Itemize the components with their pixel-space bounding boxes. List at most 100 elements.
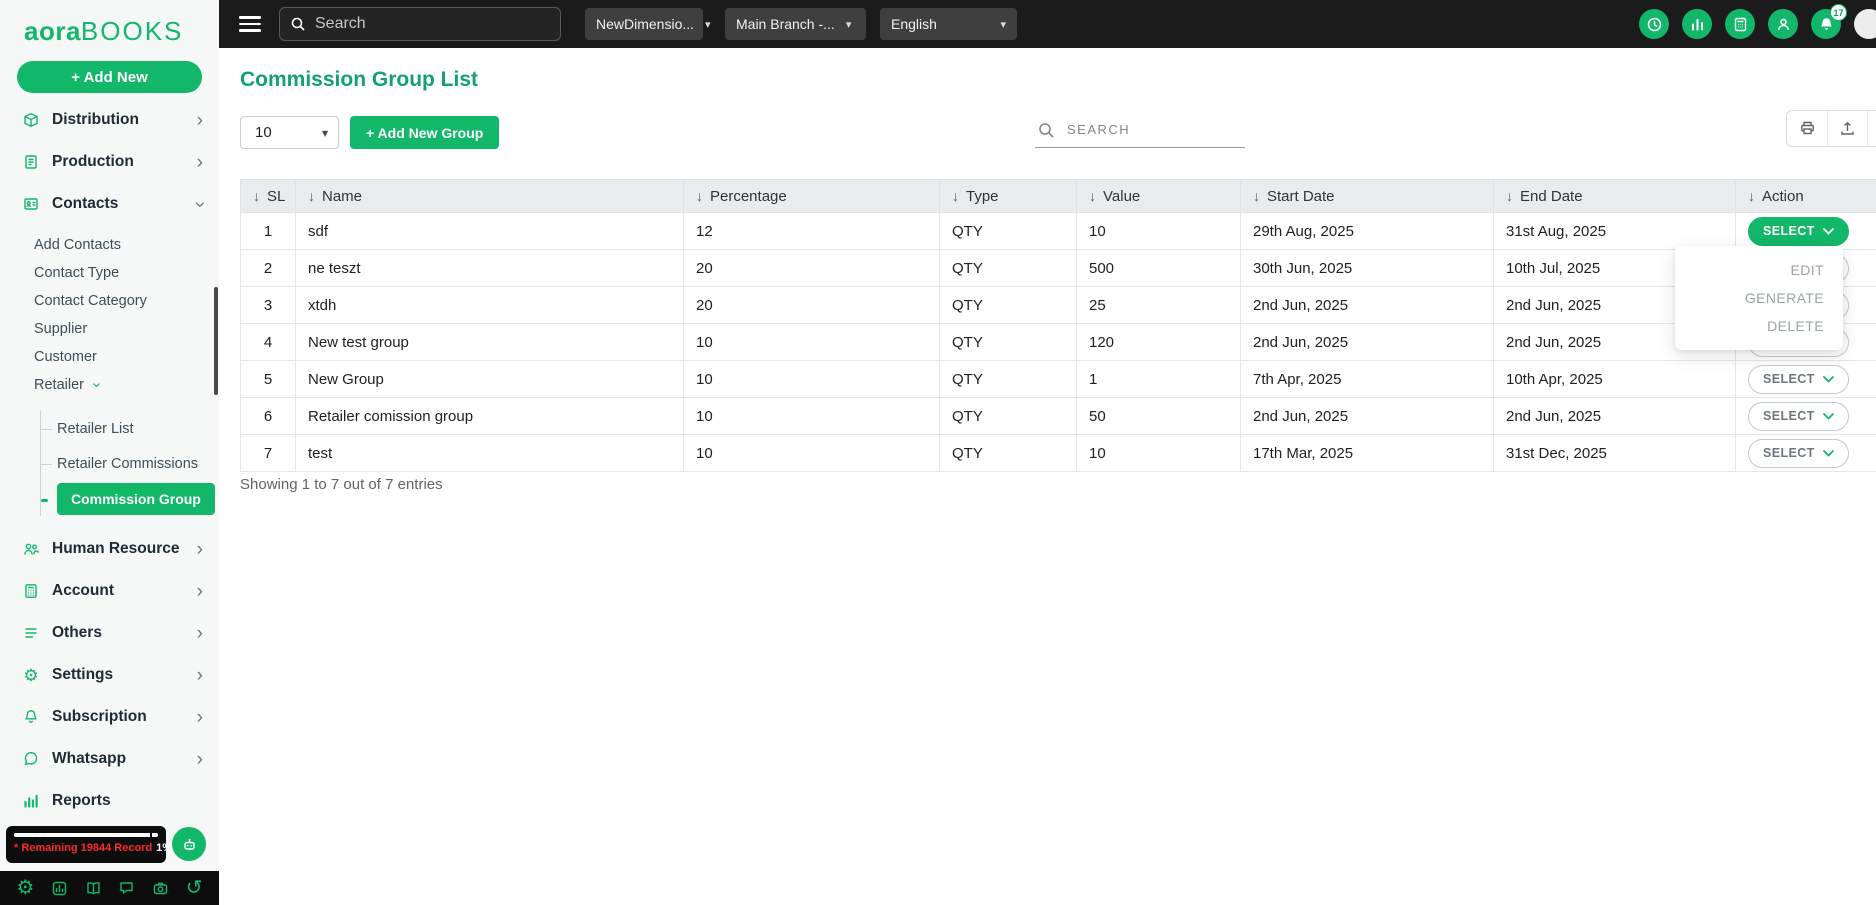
sidebar-item-contact-type[interactable]: Contact Type [0, 259, 219, 287]
sort-icon: ↓ [308, 187, 315, 204]
sidebar-item-retailer[interactable]: Retailer › [0, 371, 219, 399]
analytics-button[interactable] [1682, 9, 1712, 39]
column-header-action[interactable]: ↓ Action [1735, 179, 1876, 213]
brand-logo: aoraBOOKS [0, 0, 219, 47]
print-button[interactable] [1787, 111, 1827, 146]
sidebar-item-add-contacts[interactable]: Add Contacts [0, 231, 219, 259]
cell-sl: 3 [240, 286, 296, 324]
sidebar-item-whatsapp[interactable]: Whatsapp › [0, 738, 219, 780]
chart-panel-icon[interactable] [51, 880, 68, 897]
menu-item-delete[interactable]: DELETE [1675, 312, 1843, 340]
hamburger-menu-icon[interactable] [239, 12, 261, 36]
calculator-button[interactable] [1725, 9, 1755, 39]
document-icon [22, 153, 40, 171]
sidebar-scrollbar[interactable] [214, 287, 218, 395]
column-header-type[interactable]: ↓ Type [939, 179, 1077, 213]
sidebar-item-subscription[interactable]: Subscription › [0, 696, 219, 738]
add-new-button[interactable]: + Add New [17, 61, 202, 93]
usage-remaining-label: * Remaining 19844 Record [14, 842, 153, 854]
branch-dropdown[interactable]: Main Branch -... ▾ [725, 8, 866, 40]
columns-button[interactable] [1867, 111, 1876, 146]
sidebar-item-reports[interactable]: Reports [0, 780, 219, 822]
cell-name: sdf [295, 212, 684, 250]
sidebar-item-retailer-commissions[interactable]: Retailer Commissions [41, 446, 219, 481]
usage-meter[interactable]: * Remaining 19844 Record 1% [6, 826, 172, 863]
column-header-label: Start Date [1267, 187, 1335, 205]
sidebar-item-others[interactable]: Others › [0, 612, 219, 654]
menu-item-edit[interactable]: EDIT [1675, 256, 1843, 284]
gear-icon[interactable]: ⚙ [16, 878, 34, 898]
submenu-label: Customer [34, 349, 97, 365]
time-tracker-button[interactable] [1639, 9, 1669, 39]
export-button[interactable] [1827, 111, 1867, 146]
cell-action: SELECT [1735, 434, 1876, 472]
notifications-button[interactable]: 17 [1811, 4, 1847, 39]
sidebar-item-human-resource[interactable]: Human Resource › [0, 528, 219, 570]
users-button[interactable] [1768, 9, 1798, 39]
contact-card-icon [22, 195, 40, 213]
assistant-button[interactable] [172, 827, 206, 861]
sidebar-item-settings[interactable]: ⚙ Settings › [0, 654, 219, 696]
column-header-name[interactable]: ↓ Name [295, 179, 684, 213]
page-size-select[interactable]: 10 ▾ [240, 116, 339, 149]
menu-item-generate[interactable]: GENERATE [1675, 284, 1843, 312]
row-select-button[interactable]: SELECT [1748, 401, 1849, 431]
cell-name: Retailer comission group [295, 397, 684, 435]
chevron-right-icon: › [196, 622, 203, 644]
cell-action: SELECT [1735, 360, 1876, 398]
language-dropdown[interactable]: English ▾ [880, 8, 1017, 40]
sidebar-item-commission-group[interactable]: Commission Group [41, 481, 219, 516]
table-row: 7 test 10 QTY 10 17th Mar, 2025 31st Dec… [240, 434, 1876, 472]
undo-icon[interactable]: ↺ [186, 878, 203, 898]
sort-icon: ↓ [952, 187, 959, 204]
brand-part2: BOOKS [80, 16, 184, 46]
book-icon[interactable] [85, 880, 102, 897]
chat-icon[interactable] [118, 880, 135, 897]
usage-text: * Remaining 19844 Record 1% [14, 842, 172, 854]
column-header-label: SL [267, 187, 286, 205]
sidebar-item-label: Whatsapp [52, 750, 127, 767]
sidebar-item-contacts[interactable]: Contacts › [0, 183, 219, 225]
cell-action: SELECT [1735, 212, 1876, 250]
column-header-end-date[interactable]: ↓ End Date [1493, 179, 1736, 213]
cell-sl: 4 [240, 323, 296, 361]
topbar: NewDimensio... ▾ Main Branch -... ▾ Engl… [219, 0, 1876, 48]
sidebar-item-contact-category[interactable]: Contact Category [0, 287, 219, 315]
sidebar-item-supplier[interactable]: Supplier [0, 315, 219, 343]
chevron-down-icon [1822, 449, 1834, 457]
column-header-start-date[interactable]: ↓ Start Date [1240, 179, 1494, 213]
table-search-input[interactable] [1067, 122, 1243, 137]
row-select-button[interactable]: SELECT [1748, 216, 1849, 246]
sidebar-item-distribution[interactable]: Distribution › [0, 99, 219, 141]
topbar-search-input[interactable] [315, 15, 550, 33]
bar-chart-icon [22, 792, 40, 810]
topbar-search[interactable] [279, 7, 561, 41]
cell-start-date: 2nd Jun, 2025 [1240, 323, 1494, 361]
search-icon [290, 16, 306, 32]
sidebar-item-customer[interactable]: Customer [0, 343, 219, 371]
main-content: Commission Group List 10 ▾ + Add New Gro… [219, 48, 1876, 905]
column-header-percentage[interactable]: ↓ Percentage [683, 179, 940, 213]
cell-end-date: 2nd Jun, 2025 [1493, 397, 1736, 435]
cell-value: 10 [1076, 212, 1241, 250]
row-select-button[interactable]: SELECT [1748, 438, 1849, 468]
company-dropdown[interactable]: NewDimensio... ▾ [585, 8, 711, 40]
cell-sl: 2 [240, 249, 296, 287]
table-search[interactable] [1035, 112, 1245, 148]
row-select-button[interactable]: SELECT [1748, 364, 1849, 394]
column-header-sl[interactable]: ↓ SL [240, 179, 296, 213]
sidebar-item-account[interactable]: Account › [0, 570, 219, 612]
camera-icon[interactable] [152, 880, 169, 897]
cell-value: 1 [1076, 360, 1241, 398]
sidebar-item-retailer-list[interactable]: Retailer List [41, 411, 219, 446]
column-header-value[interactable]: ↓ Value [1076, 179, 1241, 213]
profile-button[interactable] [1854, 9, 1876, 39]
caret-down-icon: ▾ [845, 18, 852, 31]
cell-type: QTY [939, 434, 1077, 472]
chevron-down-icon [1822, 375, 1834, 383]
sidebar-item-label: Contacts [52, 195, 119, 212]
submenu-label: Retailer List [57, 420, 134, 437]
cell-percentage: 20 [683, 286, 940, 324]
sidebar-item-production[interactable]: Production › [0, 141, 219, 183]
add-new-group-button[interactable]: + Add New Group [350, 116, 500, 149]
